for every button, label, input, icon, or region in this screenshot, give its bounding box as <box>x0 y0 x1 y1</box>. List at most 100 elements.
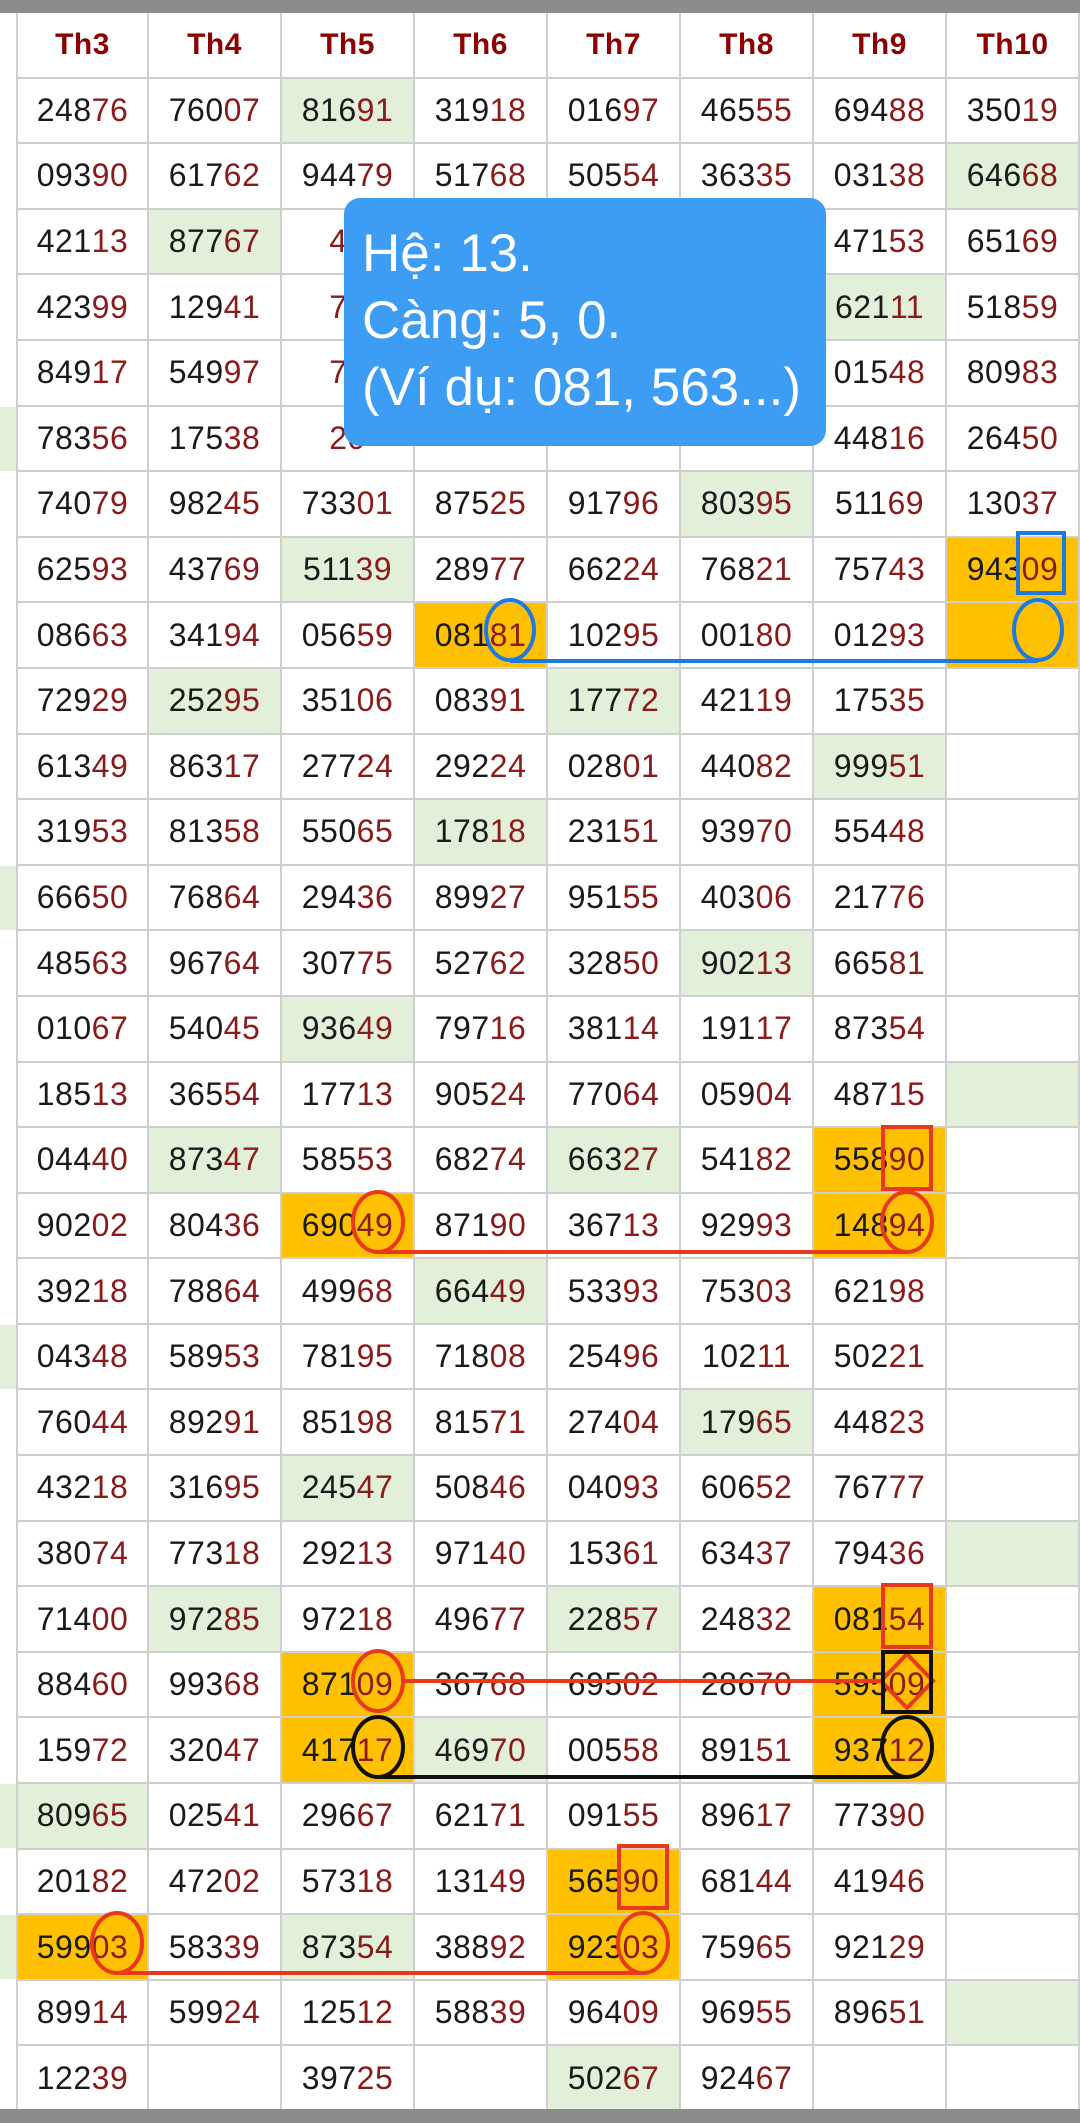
cell-tail-digits: 65 <box>755 1928 793 1965</box>
cell-lead-digits: 682 <box>434 1141 490 1178</box>
table-cell: 028 01 <box>548 734 681 801</box>
cell-lead-digits: 254 <box>567 1338 623 1375</box>
cell-lead-digits: 599 <box>168 1994 224 2031</box>
cell-tail-digits: 29 <box>91 682 129 719</box>
cell-tail-digits: 24 <box>622 551 660 588</box>
table-cell: 873 47 <box>149 1128 282 1194</box>
table-cell: 873 54 <box>282 1915 415 1981</box>
table-cell: 902 02 <box>16 1193 149 1260</box>
table-cell: 621 11 <box>814 275 947 341</box>
cell-lead-digits: 081 <box>434 616 490 653</box>
cell-lead-digits: 059 <box>700 1075 756 1112</box>
table-cell: 469 70 <box>415 1718 548 1785</box>
cell-lead-digits: 891 <box>700 1731 756 1768</box>
cell-tail-digits: 93 <box>622 1272 660 1309</box>
cell-lead-digits: 936 <box>301 1010 357 1047</box>
cell-tail-digits: 46 <box>489 1469 527 1506</box>
cell-lead-digits: 191 <box>700 1010 756 1047</box>
cell-tail-digits: 36 <box>356 879 394 916</box>
table-cell: 646 68 <box>947 144 1080 210</box>
cell-tail-digits: 58 <box>622 1731 660 1768</box>
cell-lead-digits: 125 <box>301 1994 357 2031</box>
cell-tail-digits: 03 <box>91 1928 129 1965</box>
tooltip-line-he: Hệ: 13. <box>362 224 533 283</box>
cell-tail-digits: 13 <box>91 223 129 260</box>
table-cell: 733 01 <box>282 472 415 538</box>
cell-tail-digits: 97 <box>223 354 261 391</box>
cell-tail-digits: 49 <box>356 1206 394 1243</box>
cell-lead-digits: 899 <box>434 879 490 916</box>
table-cell: 307 75 <box>282 931 415 997</box>
table-row: 902 02 804 36 690 49 871 90 367 13 929 93 148 94 <box>16 1193 1080 1260</box>
cell-tail-digits: 69 <box>887 485 925 522</box>
table-cell: 320 47 <box>149 1718 282 1785</box>
cell-tail-digits: 11 <box>889 288 925 325</box>
table-cell: 971 40 <box>415 1521 548 1588</box>
table-cell: 565 90 <box>548 1849 681 1916</box>
cell-lead-digits: 274 <box>567 1403 623 1440</box>
cell-lead-digits: 502 <box>567 2059 623 2096</box>
cell-lead-digits: 585 <box>301 1141 357 1178</box>
table-cell: 518 59 <box>947 275 1080 341</box>
cell-lead-digits: 694 <box>833 91 889 128</box>
table-cell: 729 29 <box>16 668 149 735</box>
table-cell: 783 56 <box>16 406 149 473</box>
cell-lead-digits: 245 <box>301 1469 357 1506</box>
table-cell: 740 79 <box>16 472 149 538</box>
cell-lead-digits: 015 <box>833 354 889 391</box>
table-cell: 613 49 <box>16 734 149 801</box>
cell-lead-digits: 264 <box>966 419 1022 456</box>
table-cell: 264 50 <box>947 406 1080 473</box>
table-cell: 148 94 <box>814 1193 947 1260</box>
cell-lead-digits: 816 <box>301 91 357 128</box>
table-cell: 131 49 <box>415 1849 548 1916</box>
cell-tail-digits: 95 <box>755 485 793 522</box>
cell-tail-digits: 09 <box>888 1666 926 1703</box>
cell-lead-digits: 277 <box>301 747 357 784</box>
table-cell: 967 64 <box>149 931 282 997</box>
cell-lead-digits: 621 <box>834 288 890 325</box>
cell-lead-digits: 967 <box>168 944 224 981</box>
cell-tail-digits: 68 <box>223 1666 261 1703</box>
cell-lead-digits: 081 <box>833 1600 889 1637</box>
cell-lead-digits: 773 <box>833 1797 889 1834</box>
cell-lead-digits: 417 <box>301 1731 357 1768</box>
table-cell: 091 55 <box>548 1784 681 1850</box>
cell-tail-digits: 90 <box>888 1141 926 1178</box>
table-cell <box>947 1128 1080 1194</box>
table-cell: 714 00 <box>16 1587 149 1653</box>
table-cell: 316 95 <box>149 1456 282 1522</box>
cell-lead-digits: 010 <box>36 1010 92 1047</box>
table-cell: 921 29 <box>814 1915 947 1981</box>
cell-tail-digits: 60 <box>91 1666 129 1703</box>
cell-tail-digits: 49 <box>356 1010 394 1047</box>
table-row: 884 60 993 68 871 09 367 68 695 02 286 70 595 09 <box>16 1652 1080 1719</box>
table-cell <box>947 1849 1080 1916</box>
table-cell <box>947 1390 1080 1457</box>
table-cell: 286 70 <box>681 1652 814 1719</box>
cell-tail-digits: 45 <box>223 485 261 522</box>
column-header: Th5 <box>282 13 415 79</box>
table-cell: 292 24 <box>415 734 548 801</box>
cell-lead-digits: 028 <box>567 747 623 784</box>
cell-lead-digits: 043 <box>36 1338 92 1375</box>
table-cell: 803 95 <box>681 472 814 538</box>
table-row: 319 53 813 58 550 65 178 18 231 51 939 70 554 48 <box>16 800 1080 866</box>
cell-tail-digits: 81 <box>888 944 926 981</box>
cell-tail-digits: 70 <box>755 1666 793 1703</box>
cell-tail-digits: 41 <box>223 1797 261 1834</box>
cell-lead-digits: 768 <box>168 879 224 916</box>
cell-lead-digits: 588 <box>434 1994 490 2031</box>
cell-lead-digits: 086 <box>36 616 92 653</box>
cell-lead-digits: 367 <box>434 1666 490 1703</box>
cell-tail-digits: 18 <box>223 1534 261 1571</box>
table-row: 432 18 316 95 245 47 508 46 040 93 606 52 767 77 <box>16 1456 1080 1522</box>
cell-lead-digits: 292 <box>301 1534 357 1571</box>
cell-tail-digits: 47 <box>223 1731 261 1768</box>
cell-tail-digits: 70 <box>489 1731 527 1768</box>
cell-lead-digits: 397 <box>301 2059 357 2096</box>
cell-lead-digits: 896 <box>700 1797 756 1834</box>
table-row: 044 40 873 47 585 53 682 74 663 27 541 82 558 90 <box>16 1128 1080 1194</box>
cell-lead-digits: 351 <box>301 682 357 719</box>
cell-tail-digits: 54 <box>223 1075 261 1112</box>
